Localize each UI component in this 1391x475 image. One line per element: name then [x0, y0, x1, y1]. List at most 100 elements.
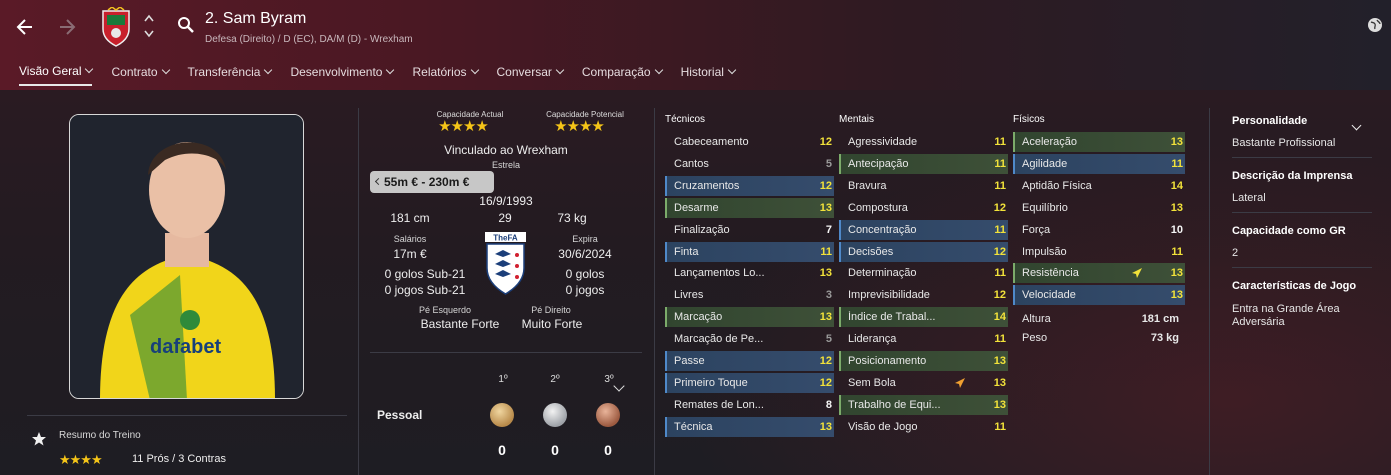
attribute-value: 11	[820, 245, 832, 258]
attribute-row[interactable]: Finta 11	[665, 241, 834, 262]
attribute-value: 11	[994, 223, 1006, 236]
attribute-row[interactable]: Posicionamento 13	[839, 351, 1008, 371]
attribute-row[interactable]: Aptidão Física 14	[1013, 176, 1185, 196]
player-position-subtitle: Defesa (Direito) / D (EC), DA/M (D) - Wr…	[205, 34, 413, 45]
attribute-row[interactable]: Cantos 5	[665, 154, 834, 174]
attribute-value: 11	[994, 420, 1006, 433]
reputation-label: Estrela	[491, 160, 520, 170]
training-summary-text[interactable]: 11 Prós / 3 Contras	[132, 453, 226, 465]
transfer-value-badge[interactable]: 55m € - 230m €	[370, 171, 494, 193]
attribute-row[interactable]: Visão de Jogo 11	[839, 417, 1008, 437]
attribute-row[interactable]: Determinação 11	[839, 263, 1008, 283]
attribute-row[interactable]: Impulsão 11	[1013, 242, 1185, 262]
attribute-row[interactable]: Trabalho de Equi... 13	[839, 394, 1008, 415]
attribute-row[interactable]: Força 10	[1013, 220, 1185, 240]
attribute-row[interactable]: Velocidade 13	[1013, 285, 1185, 306]
attribute-label: Marcação de Pe...	[674, 333, 764, 346]
attribute-row[interactable]: Decisões 12	[839, 241, 1008, 262]
attribute-row[interactable]: Sem Bola 13	[839, 373, 1008, 393]
u21-games: 0 jogos Sub-21	[384, 283, 466, 297]
u21-goals: 0 golos Sub-21	[384, 267, 466, 281]
search-icon[interactable]	[177, 16, 195, 34]
attribute-row[interactable]: Imprevisibilidade 12	[839, 285, 1008, 305]
attribute-label: Posicionamento	[848, 355, 927, 367]
info-divider	[370, 352, 642, 353]
attribute-row[interactable]: Primeiro Toque 12	[665, 372, 834, 393]
back-arrow-icon[interactable]	[14, 16, 36, 38]
attribute-row[interactable]: Equilíbrio 13	[1013, 198, 1185, 218]
attribute-value: 13	[993, 376, 1006, 389]
attribute-row[interactable]: Finalização 7	[665, 220, 834, 240]
attribute-label: Índice de Trabal...	[848, 311, 936, 324]
panel-divider	[1232, 267, 1372, 268]
right-foot-label: Pé Direito	[531, 305, 571, 315]
forward-arrow-icon[interactable]	[56, 16, 78, 38]
attribute-row[interactable]: Índice de Trabal... 14	[839, 307, 1008, 328]
attribute-row[interactable]: Técnica 13	[665, 416, 834, 437]
attribute-label: Velocidade	[1022, 289, 1076, 302]
tab-comparacao[interactable]: Comparação	[582, 60, 663, 86]
chevron-down-icon	[161, 65, 170, 75]
national-team-crest-icon[interactable]: TheFA	[482, 230, 529, 296]
attribute-row[interactable]: Compostura 12	[839, 198, 1008, 218]
tab-contrato[interactable]: Contrato	[111, 60, 170, 86]
age-value: 29	[498, 211, 512, 225]
attribute-row[interactable]: Cabeceamento 12	[665, 132, 834, 152]
chevron-down-icon	[264, 65, 273, 75]
attribute-row[interactable]: Passe 12	[665, 351, 834, 371]
tab-historial[interactable]: Historial	[681, 60, 737, 86]
player-traits-label: Características de Jogo	[1232, 280, 1357, 292]
club-crest-icon[interactable]	[100, 6, 132, 47]
attribute-row[interactable]: Aceleração 13	[1013, 132, 1185, 152]
weight-attr-value: 73 kg	[1150, 332, 1179, 344]
tab-desenvolvimento[interactable]: Desenvolvimento	[290, 60, 395, 86]
attribute-row[interactable]: Marcação 13	[665, 307, 834, 328]
attribute-row[interactable]: Remates de Lon... 8	[665, 395, 834, 415]
attribute-row[interactable]: Lançamentos Lo... 13	[665, 263, 834, 283]
tab-relatorios[interactable]: Relatórios	[412, 60, 479, 86]
left-foot-label: Pé Esquerdo	[418, 305, 472, 315]
attribute-value: 14	[1170, 179, 1183, 192]
attribute-row[interactable]: Concentração 11	[839, 219, 1008, 240]
attribute-row[interactable]: Marcação de Pe... 5	[665, 329, 834, 349]
attribute-value: 12	[993, 245, 1006, 258]
player-name-title: 2. Sam Byram	[205, 10, 307, 27]
attribute-label: Trabalho de Equi...	[848, 398, 941, 411]
attribute-label: Marcação	[674, 311, 723, 324]
attribute-row[interactable]: Cruzamentos 12	[665, 175, 834, 196]
panel-divider	[1232, 157, 1372, 158]
gk-ability-label: Capacidade como GR	[1232, 225, 1346, 237]
attribute-value: 12	[993, 201, 1006, 214]
attribute-row[interactable]: Liderança 11	[839, 329, 1008, 349]
awards-personal-label: Pessoal	[377, 408, 423, 422]
globe-icon[interactable]	[1366, 16, 1384, 34]
physical-title: Físicos	[1013, 114, 1045, 125]
attribute-value: 11	[1171, 245, 1183, 258]
column-divider	[1209, 108, 1210, 475]
attribute-row[interactable]: Agilidade 11	[1013, 153, 1185, 174]
chevron-down-icon	[386, 65, 395, 75]
tab-conversar[interactable]: Conversar	[497, 60, 565, 86]
attribute-label: Desarme	[674, 201, 719, 214]
chevron-down-icon	[654, 65, 663, 75]
attribute-label: Equilíbrio	[1022, 201, 1068, 214]
tab-transferencia[interactable]: Transferência	[188, 60, 273, 86]
attribute-row[interactable]: Resistência 13	[1013, 263, 1185, 284]
current-ability-stars: ★★★★	[438, 118, 489, 135]
player-switch-updown-icon[interactable]	[143, 12, 155, 40]
weight-label: Peso	[1022, 332, 1048, 344]
tab-visao-geral[interactable]: Visão Geral	[19, 60, 94, 86]
height-attr-value: 181 cm	[1141, 313, 1179, 325]
attribute-label: Sem Bola	[848, 376, 896, 389]
attribute-label: Resistência	[1022, 267, 1079, 280]
player-traits-value[interactable]: Entra na Grande Área Adversária	[1232, 303, 1367, 329]
attribute-value: 13	[1170, 136, 1183, 148]
attribute-value: 13	[1170, 267, 1183, 280]
attribute-row[interactable]: Livres 3	[665, 285, 834, 305]
star-icon	[31, 431, 47, 447]
attribute-row[interactable]: Antecipação 11	[839, 153, 1008, 174]
attribute-row[interactable]: Agressividade 11	[839, 132, 1008, 152]
attribute-label: Impulsão	[1022, 245, 1067, 258]
attribute-row[interactable]: Desarme 13	[665, 197, 834, 218]
attribute-row[interactable]: Bravura 11	[839, 176, 1008, 196]
